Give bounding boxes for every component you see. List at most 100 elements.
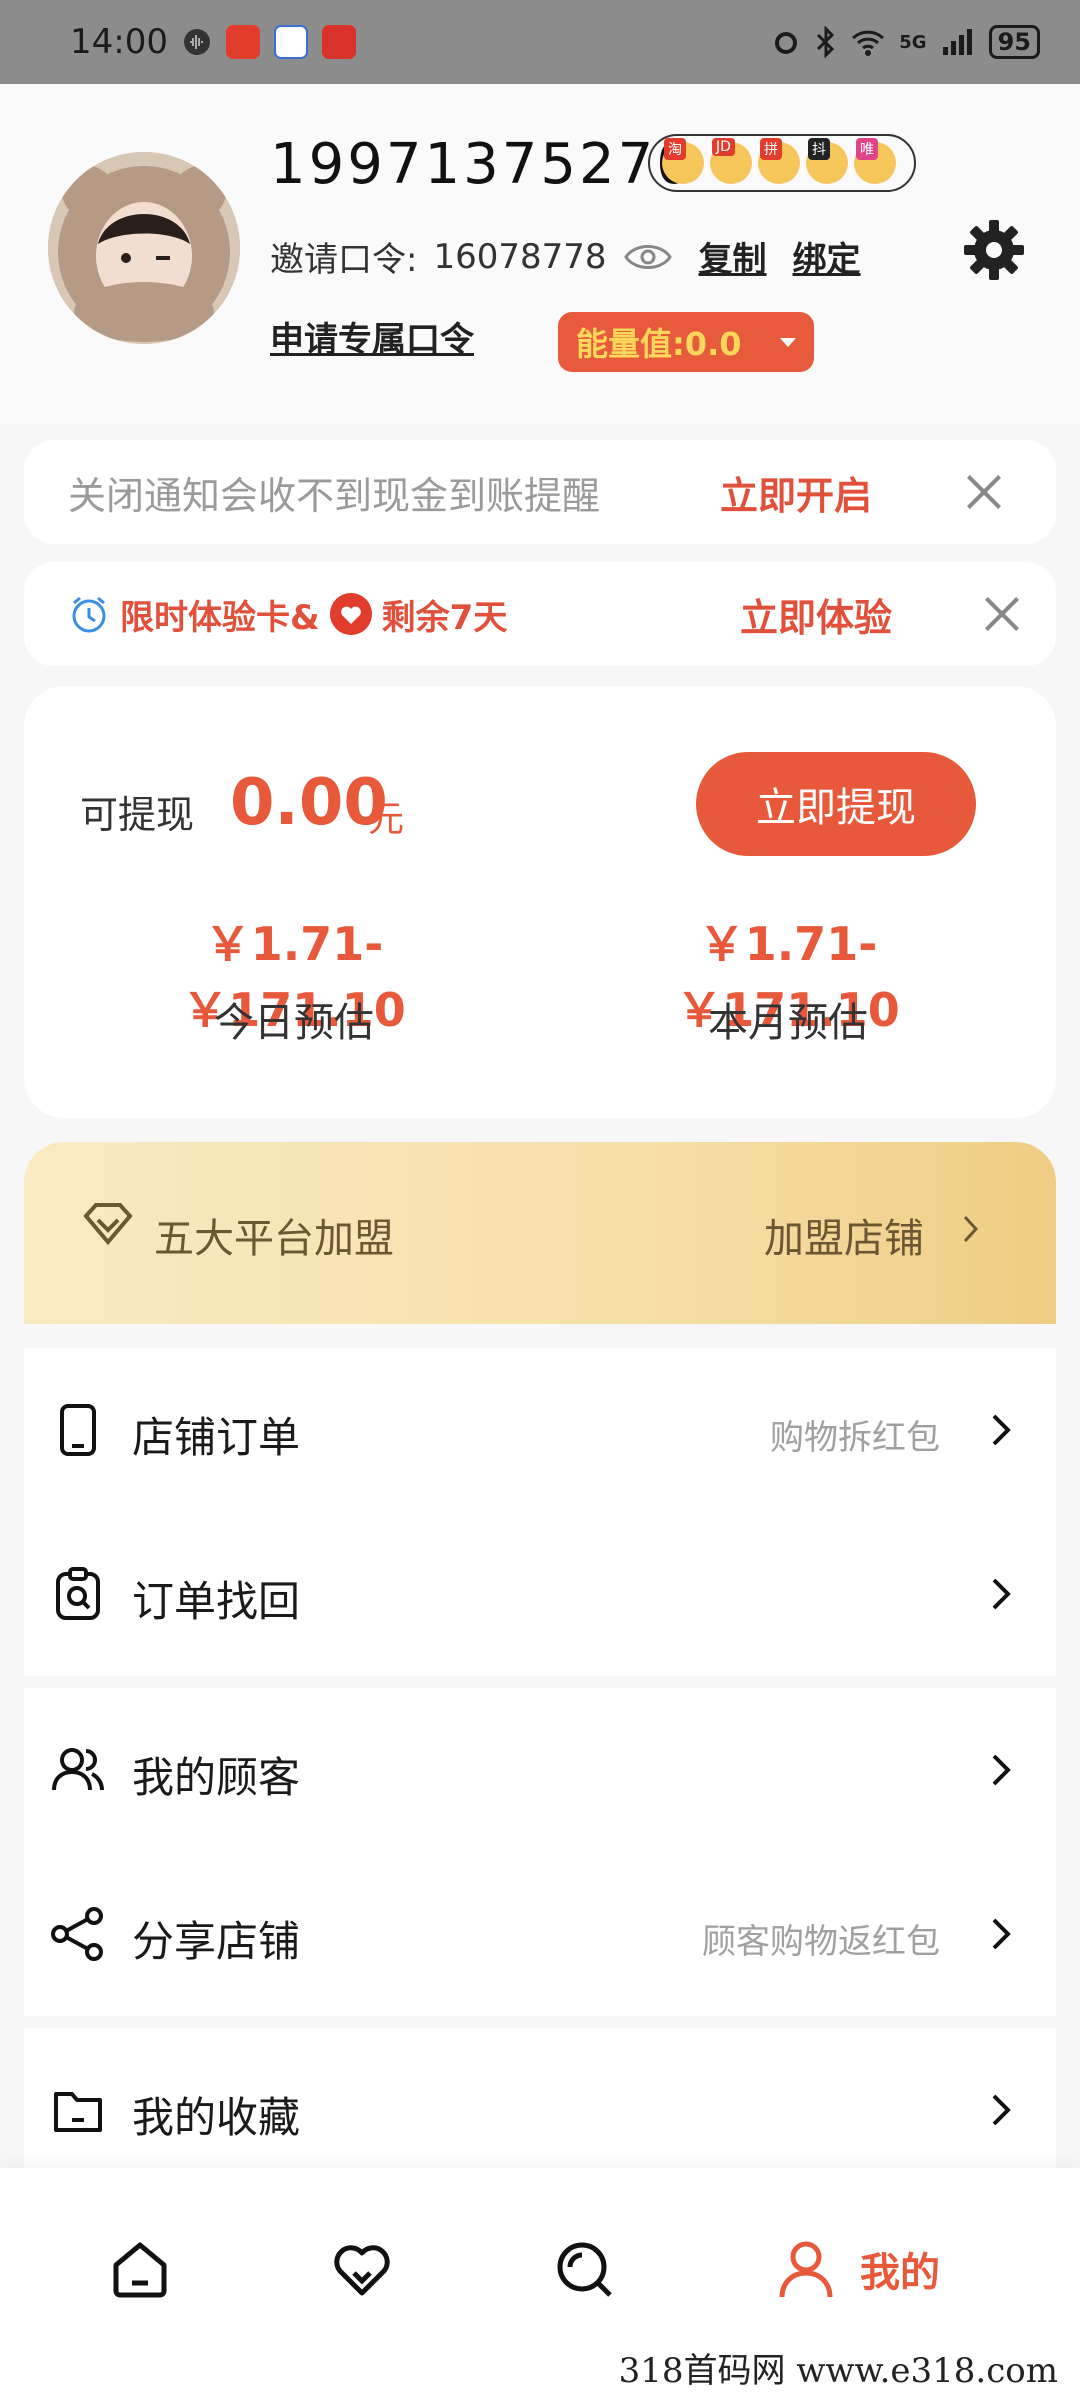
menu-group-customers: 我的顾客 分享店铺 顾客购物返红包 [24, 1688, 1056, 2016]
heart-badge-icon [329, 593, 372, 635]
today-estimate-label: 今日预估 [214, 1000, 374, 1046]
wifi-icon [852, 30, 885, 56]
chevron-right-icon [992, 1414, 1011, 1446]
user-icon [779, 2241, 833, 2298]
vip-badge-icon: 唯 [854, 138, 896, 184]
platform-tag: 抖 [808, 138, 830, 160]
eye-icon[interactable] [623, 241, 673, 273]
trial-title: 限时体验卡& [120, 597, 320, 638]
chevron-right-icon [992, 2094, 1011, 2126]
nav-favorites[interactable] [330, 2224, 394, 2314]
menu-label: 分享店铺 [132, 1917, 301, 1966]
status-bar: 14:00 5G 95 [0, 0, 1080, 84]
chevron-right-icon [992, 1918, 1011, 1950]
signal-icon [942, 29, 972, 55]
platform-tag: JD [712, 138, 735, 156]
menu-group-favorites: 我的收藏 [24, 2028, 1056, 2178]
notice-text: 关闭通知会收不到现金到账提醒 [68, 473, 601, 518]
platform-badges[interactable]: 淘 JD 拼 抖 唯 [648, 134, 916, 192]
close-icon[interactable] [964, 472, 1004, 512]
share-icon [51, 1907, 103, 1961]
menu-label: 我的收藏 [132, 2093, 301, 2142]
enable-notification-button[interactable]: 立即开启 [720, 465, 872, 520]
avatar-image [48, 152, 240, 344]
clipboard-search-icon [56, 1567, 100, 1620]
platform-tag: 拼 [760, 138, 782, 160]
users-icon [52, 1748, 104, 1791]
taobao-badge-icon: 淘 [662, 138, 704, 184]
app-notification-icon [273, 25, 308, 59]
menu-item-my-customers[interactable]: 我的顾客 [24, 1688, 1056, 1852]
chevron-right-icon [992, 1754, 1011, 1786]
app-notification-icon [321, 25, 356, 59]
phone-icon [60, 1404, 96, 1456]
withdraw-button[interactable]: 立即提现 [696, 752, 976, 856]
franchise-banner[interactable]: 五大平台加盟 加盟店铺 [24, 1142, 1056, 1324]
pdd-badge-icon: 拼 [758, 138, 800, 184]
try-now-button[interactable]: 立即体验 [740, 587, 892, 642]
search-icon [557, 2242, 612, 2297]
menu-item-share-store[interactable]: 分享店铺 顾客购物返红包 [24, 1852, 1056, 2016]
invite-row: 邀请口令: 16078778 复制 绑定 [270, 232, 861, 281]
menu-hint: 顾客购物返红包 [702, 1922, 940, 1962]
chevron-right-icon [963, 1215, 979, 1243]
bind-button[interactable]: 绑定 [793, 232, 861, 281]
menu-group-orders: 店铺订单 购物拆红包 订单找回 [24, 1348, 1056, 1676]
home-icon [113, 2242, 167, 2298]
nav-home[interactable] [108, 2224, 172, 2314]
menu-hint: 购物拆红包 [770, 1418, 940, 1458]
nav-mine[interactable]: 我的 [774, 2224, 940, 2314]
douyin-badge-icon: 抖 [806, 138, 848, 184]
apply-code-link[interactable]: 申请专属口令 [270, 312, 474, 361]
energy-dropdown[interactable]: 能量值:0.0 [558, 312, 814, 372]
nav-mine-label: 我的 [860, 2250, 940, 2296]
settings-gear-icon[interactable] [962, 218, 1026, 282]
jd-badge-icon: JD [710, 138, 752, 184]
status-time: 14:00 [70, 22, 168, 62]
folder-icon [54, 2092, 102, 2132]
app-notification-icon [225, 25, 260, 59]
invite-code: 16078778 [433, 236, 607, 277]
menu-label: 我的顾客 [132, 1753, 301, 1802]
invite-label: 邀请口令: [270, 240, 418, 280]
copy-button[interactable]: 复制 [699, 232, 767, 281]
month-estimate-label: 本月预估 [708, 1000, 868, 1046]
heart-icon [334, 2245, 390, 2296]
voice-wave-icon [183, 29, 210, 55]
network-type: 5G [899, 31, 927, 53]
watermark: 318首码网 www.e318.com [618, 2351, 1058, 2391]
platform-tag: 淘 [664, 138, 686, 160]
status-left: 14:00 [70, 22, 356, 62]
menu-label: 店铺订单 [132, 1413, 301, 1462]
trial-card-notice: 限时体验卡& 剩余7天 立即体验 [24, 562, 1056, 666]
alarm-icon [775, 32, 798, 54]
trial-promo: 限时体验卡& 剩余7天 [68, 590, 507, 639]
energy-label: 能量值:0.0 [576, 325, 742, 363]
menu-item-order-retrieve[interactable]: 订单找回 [24, 1512, 1056, 1676]
user-phone: 19971375270 [270, 132, 695, 197]
join-store-link[interactable]: 加盟店铺 [764, 1206, 924, 1264]
balance-card: 可提现 0.00 元 立即提现 ￥1.71-￥171.10 今日预估 ￥1.71… [24, 686, 1056, 1118]
nav-search[interactable] [552, 2224, 616, 2314]
profile-header: 19971375270 淘 JD 拼 抖 唯 邀请口令: 16078778 复制… [0, 84, 1080, 424]
diamond-icon [83, 1203, 133, 1246]
trial-remaining: 剩余7天 [381, 597, 508, 638]
battery-indicator: 95 [988, 25, 1040, 59]
platform-tag: 唯 [856, 138, 878, 160]
franchise-title: 五大平台加盟 [154, 1216, 394, 1262]
status-right: 5G 95 [771, 25, 1040, 59]
bottom-nav: 我的 318首码网 www.e318.com [0, 2168, 1080, 2400]
withdraw-amount: 0.00 [230, 766, 388, 840]
notification-notice: 关闭通知会收不到现金到账提醒 立即开启 [24, 440, 1056, 544]
withdraw-unit: 元 [368, 799, 405, 840]
menu-label: 订单找回 [132, 1577, 301, 1626]
withdraw-label: 可提现 [80, 793, 195, 837]
menu-item-store-orders[interactable]: 店铺订单 购物拆红包 [24, 1348, 1056, 1512]
avatar[interactable] [48, 152, 240, 344]
close-icon[interactable] [982, 594, 1022, 634]
caret-down-icon [780, 338, 796, 347]
alarm-clock-icon [72, 596, 106, 633]
menu-item-my-favorites[interactable]: 我的收藏 [24, 2028, 1056, 2178]
bluetooth-icon [817, 26, 835, 58]
chevron-right-icon [992, 1578, 1011, 1610]
